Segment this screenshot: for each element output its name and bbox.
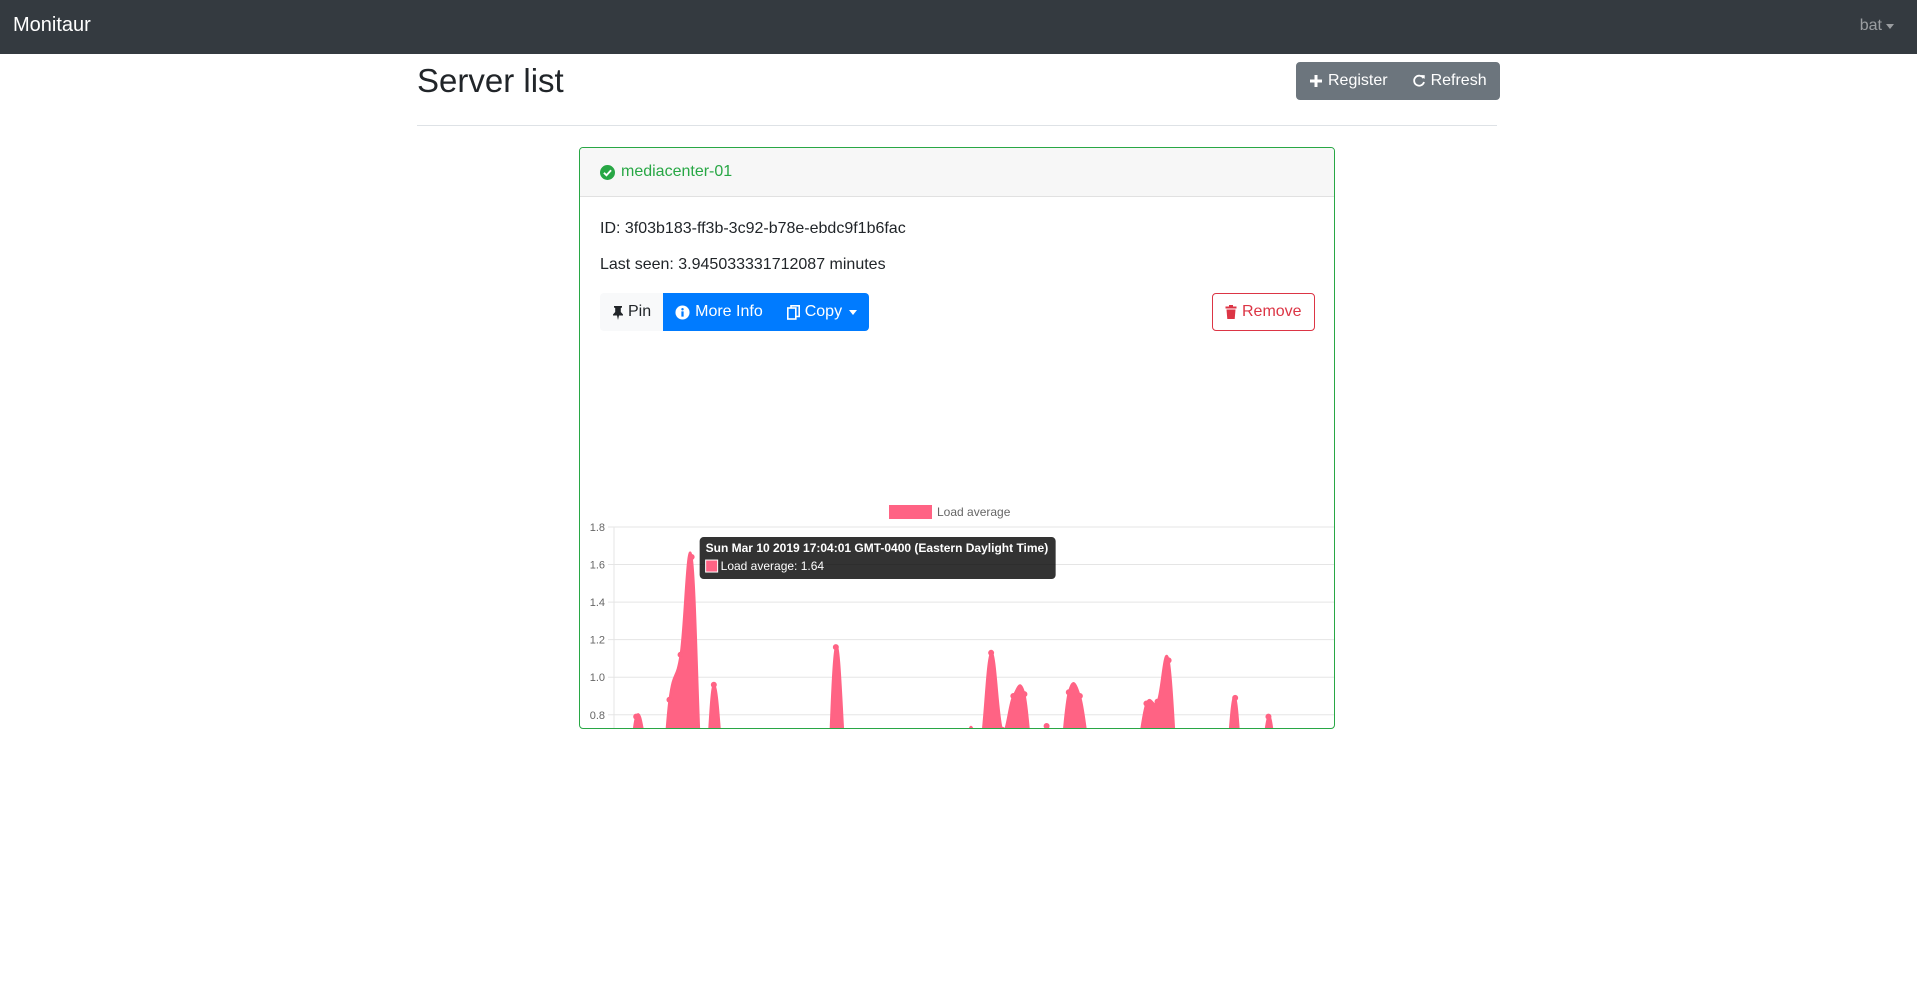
- data-point[interactable]: [1154, 698, 1161, 705]
- data-point[interactable]: [1021, 691, 1028, 698]
- chart-svg: 00.20.40.60.81.01.21.41.61.8 Load averag…: [590, 505, 1334, 729]
- data-point[interactable]: [832, 644, 839, 651]
- data-point[interactable]: [677, 651, 684, 658]
- y-tick-label: 1.6: [590, 560, 605, 572]
- data-point[interactable]: [1065, 689, 1072, 696]
- data-point[interactable]: [1076, 693, 1083, 699]
- register-button[interactable]: Register: [1297, 63, 1400, 99]
- pin-button[interactable]: Pin: [600, 293, 664, 331]
- data-point[interactable]: [999, 726, 1005, 729]
- navbar: Monitaur bat: [0, 0, 1917, 54]
- data-point[interactable]: [988, 649, 995, 656]
- page-title: Server list: [417, 62, 564, 99]
- data-point[interactable]: [1043, 723, 1050, 729]
- data-point[interactable]: [666, 696, 673, 703]
- data-point[interactable]: [1232, 694, 1239, 701]
- user-name: bat: [1859, 17, 1882, 34]
- trash-icon: [1225, 305, 1237, 319]
- data-point[interactable]: [710, 681, 717, 688]
- data-point[interactable]: [1165, 657, 1172, 664]
- remove-button[interactable]: Remove: [1212, 293, 1315, 331]
- chart-tooltip: Sun Mar 10 2019 17:04:01 GMT-0400 (Easte…: [699, 537, 1056, 580]
- refresh-icon: [1412, 74, 1425, 87]
- tooltip-body: Load average: 1.64: [721, 559, 825, 573]
- more-info-label: More Info: [695, 303, 763, 320]
- data-point[interactable]: [1143, 700, 1150, 707]
- data-point[interactable]: [1265, 713, 1272, 720]
- y-tick-label: 1.4: [590, 597, 605, 609]
- refresh-label: Refresh: [1430, 72, 1487, 89]
- pin-label: Pin: [628, 303, 652, 320]
- pin-icon: [613, 305, 623, 320]
- server-id: ID: 3f03b183-ff3b-3c92-b78e-ebdc9f1b6fac: [600, 220, 906, 237]
- tooltip-title: Sun Mar 10 2019 17:04:01 GMT-0400 (Easte…: [706, 541, 1049, 555]
- server-card-header: mediacenter-01: [580, 148, 1334, 197]
- copy-icon: [786, 304, 800, 320]
- server-last-seen: Last seen: 3.945033331712087 minutes: [600, 256, 886, 273]
- data-point[interactable]: [688, 554, 695, 561]
- legend-swatch: [889, 505, 932, 519]
- refresh-button[interactable]: Refresh: [1400, 63, 1499, 99]
- divider: [417, 125, 1497, 126]
- info-circle-icon: [675, 304, 690, 320]
- toolbar-button-group: Register Refresh: [1296, 62, 1500, 100]
- legend-label: Load average: [937, 505, 1011, 519]
- data-point[interactable]: [633, 713, 640, 720]
- server-action-group: Pin More Info Copy: [600, 293, 870, 331]
- y-tick-label: 0.8: [590, 710, 605, 722]
- tooltip-swatch: [705, 559, 719, 573]
- chevron-down-icon: [1886, 23, 1894, 29]
- server-card: mediacenter-01 ID: 3f03b183-ff3b-3c92-b7…: [579, 147, 1335, 729]
- server-name[interactable]: mediacenter-01: [621, 163, 732, 181]
- copy-label: Copy: [804, 303, 843, 320]
- y-tick-label: 1.2: [590, 635, 605, 647]
- data-point[interactable]: [1010, 693, 1017, 699]
- brand-logo[interactable]: Monitaur: [13, 14, 91, 37]
- more-info-button[interactable]: More Info: [663, 293, 775, 331]
- user-menu-dropdown[interactable]: bat: [1860, 17, 1894, 35]
- check-circle-icon: [600, 164, 615, 180]
- load-average-chart: 00.20.40.60.81.01.21.41.61.8 Load averag…: [580, 353, 1334, 729]
- register-label: Register: [1328, 72, 1388, 89]
- chevron-down-icon: [849, 309, 858, 315]
- y-tick-label: 1.8: [590, 522, 605, 534]
- copy-dropdown-button[interactable]: Copy: [774, 293, 870, 331]
- plus-icon: [1310, 75, 1322, 87]
- y-tick-label: 1.0: [590, 672, 605, 684]
- remove-label: Remove: [1242, 303, 1302, 320]
